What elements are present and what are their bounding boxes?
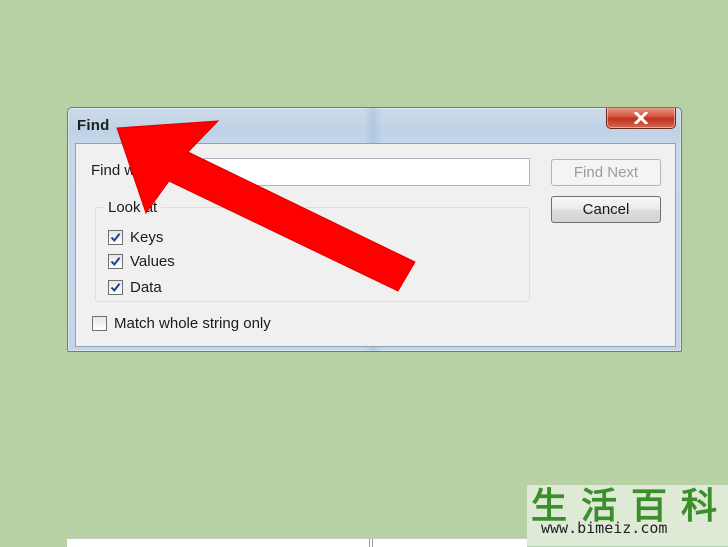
watermark-url: www.bimeiz.com: [541, 519, 668, 537]
match-whole-string-checkbox[interactable]: [92, 315, 107, 331]
match-whole-string-row[interactable]: Match whole string only: [92, 314, 271, 332]
values-checkbox-row[interactable]: Values: [108, 252, 175, 270]
checkmark-icon: [110, 232, 121, 242]
watermark: 生活百科 www.bimeiz.com: [527, 485, 728, 546]
checkmark-icon: [110, 282, 121, 292]
keys-checkbox-row[interactable]: Keys: [108, 228, 163, 246]
look-at-legend: Look at: [104, 199, 162, 216]
data-label: Data: [130, 278, 162, 296]
find-what-label: Find what:: [91, 162, 161, 179]
values-label: Values: [130, 252, 175, 270]
checkmark-icon: [110, 256, 121, 266]
close-button[interactable]: [606, 108, 676, 129]
close-icon: [633, 111, 649, 124]
values-checkbox[interactable]: [108, 253, 123, 269]
data-checkbox-row[interactable]: Data: [108, 278, 162, 296]
data-checkbox[interactable]: [108, 279, 123, 295]
match-whole-string-label: Match whole string only: [114, 314, 271, 332]
keys-label: Keys: [130, 228, 164, 246]
find-what-input[interactable]: [204, 158, 530, 186]
dialog-client-area: Find what: Find Next Cancel Look at Keys: [75, 143, 676, 347]
look-at-group: Look at Keys Values Data: [95, 199, 530, 302]
dialog-titlebar[interactable]: Find: [68, 108, 681, 142]
dialog-title: Find: [77, 117, 110, 134]
find-next-button[interactable]: Find Next: [551, 159, 661, 186]
find-dialog: Find Find what: Find Next Cancel Look at…: [67, 107, 682, 352]
keys-checkbox[interactable]: [108, 229, 123, 245]
cancel-button[interactable]: Cancel: [551, 196, 661, 223]
